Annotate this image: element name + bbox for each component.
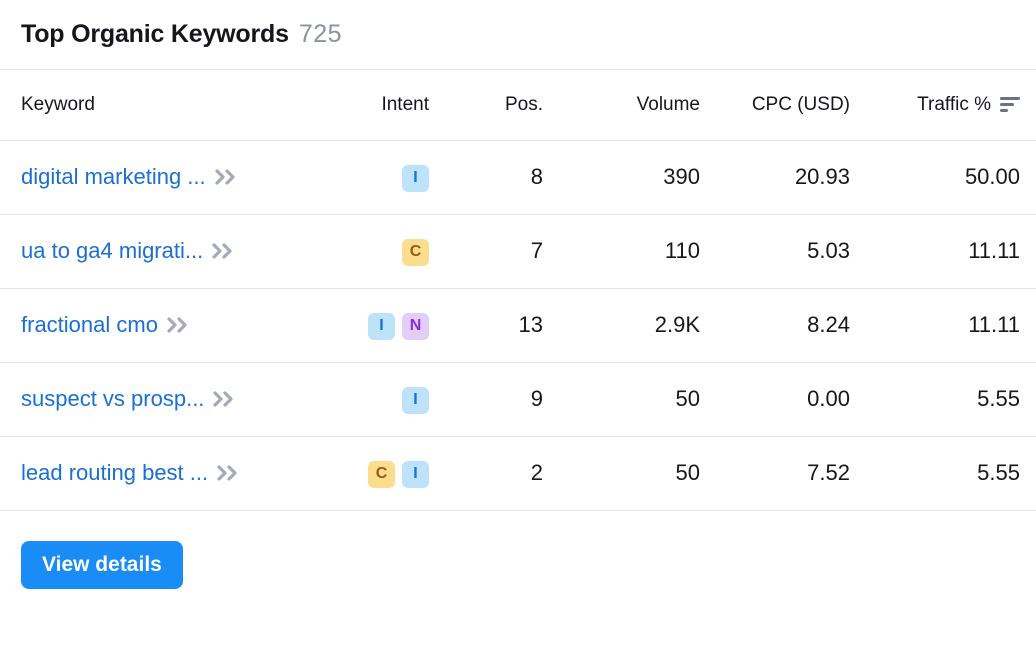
keyword-cell: lead routing best ... [0,436,330,510]
intent-badge-c[interactable]: C [402,239,429,266]
cpc-cell: 8.24 [714,288,864,362]
intent-badge-group: C [402,239,429,266]
traffic-cell: 50.00 [864,140,1036,214]
volume-cell: 50 [557,436,714,510]
traffic-cell: 11.11 [864,288,1036,362]
sort-descending-icon[interactable] [1000,97,1020,113]
column-header-traffic[interactable]: Traffic % [864,70,1036,140]
keyword-cell: digital marketing ... [0,140,330,214]
intent-cell: I [330,362,442,436]
volume-cell: 110 [557,214,714,288]
position-cell: 8 [442,140,557,214]
intent-badge-i[interactable]: I [402,387,429,414]
double-chevron-right-icon[interactable] [167,316,194,334]
intent-badge-i[interactable]: I [402,165,429,192]
top-organic-keywords-widget: Top Organic Keywords 725 Keyword Intent … [0,0,1036,657]
table-row[interactable]: ua to ga4 migrati... C71105.0311.11 [0,214,1036,288]
intent-cell: IN [330,288,442,362]
keyword-cell: fractional cmo [0,288,330,362]
keyword-link[interactable]: digital marketing ... [21,164,206,190]
cpc-cell: 20.93 [714,140,864,214]
cpc-cell: 0.00 [714,362,864,436]
column-header-traffic-label: Traffic % [917,94,991,116]
double-chevron-right-icon[interactable] [213,390,240,408]
page-title: Top Organic Keywords [21,20,289,49]
traffic-cell: 11.11 [864,214,1036,288]
table-row[interactable]: suspect vs prosp... I9500.005.55 [0,362,1036,436]
intent-badge-c[interactable]: C [368,461,395,488]
widget-footer: View details [0,511,1036,589]
position-cell: 13 [442,288,557,362]
table-row[interactable]: lead routing best ...CI2507.525.55 [0,436,1036,510]
column-header-cpc[interactable]: CPC (USD) [714,70,864,140]
position-cell: 2 [442,436,557,510]
table-header: Keyword Intent Pos. Volume CPC (USD) Tra… [0,70,1036,140]
traffic-cell: 5.55 [864,436,1036,510]
intent-badge-i[interactable]: I [368,313,395,340]
keyword-cell: suspect vs prosp... [0,362,330,436]
intent-badge-n[interactable]: N [402,313,429,340]
view-details-button[interactable]: View details [21,541,183,589]
keyword-link[interactable]: lead routing best ... [21,460,208,486]
table-row[interactable]: digital marketing ... I839020.9350.00 [0,140,1036,214]
widget-header: Top Organic Keywords 725 [0,0,1036,70]
column-header-pos[interactable]: Pos. [442,70,557,140]
keyword-link[interactable]: suspect vs prosp... [21,386,204,412]
table-header-row: Keyword Intent Pos. Volume CPC (USD) Tra… [0,70,1036,140]
double-chevron-right-icon[interactable] [212,242,239,260]
intent-badge-i[interactable]: I [402,461,429,488]
cpc-cell: 5.03 [714,214,864,288]
volume-cell: 390 [557,140,714,214]
traffic-cell: 5.55 [864,362,1036,436]
intent-badge-group: IN [368,313,429,340]
table-row[interactable]: fractional cmo IN 132.9K8.2411.11 [0,288,1036,362]
position-cell: 9 [442,362,557,436]
intent-badge-group: I [402,165,429,192]
column-header-volume[interactable]: Volume [557,70,714,140]
cpc-cell: 7.52 [714,436,864,510]
intent-cell: CI [330,436,442,510]
keyword-link[interactable]: ua to ga4 migrati... [21,238,203,264]
intent-badge-group: CI [368,461,429,488]
position-cell: 7 [442,214,557,288]
organic-keywords-table: Keyword Intent Pos. Volume CPC (USD) Tra… [0,70,1036,511]
intent-badge-group: I [402,387,429,414]
volume-cell: 50 [557,362,714,436]
keyword-count: 725 [299,20,342,49]
keyword-link[interactable]: fractional cmo [21,312,158,338]
keyword-cell: ua to ga4 migrati... [0,214,330,288]
column-header-keyword[interactable]: Keyword [0,70,330,140]
intent-cell: C [330,214,442,288]
column-header-intent[interactable]: Intent [330,70,442,140]
table-body: digital marketing ...I839020.9350.00ua t… [0,140,1036,510]
double-chevron-right-icon[interactable] [215,168,242,186]
volume-cell: 2.9K [557,288,714,362]
intent-cell: I [330,140,442,214]
double-chevron-right-icon[interactable] [217,464,244,482]
